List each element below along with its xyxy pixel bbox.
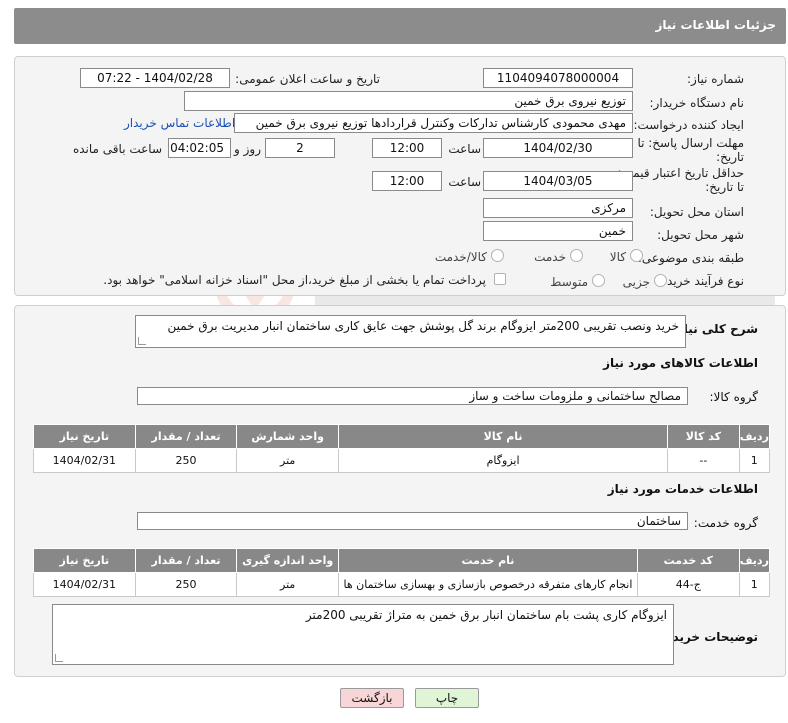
process-medium-radio[interactable] xyxy=(592,274,605,287)
validity-label-line1: حداقل تاریخ اعتبار قیمت: xyxy=(617,166,744,180)
goods-col-unit: واحد شمارش xyxy=(236,424,340,449)
services-col-name: نام خدمت xyxy=(338,548,638,573)
category-service-label: خدمت xyxy=(534,250,566,264)
deadline-label-line1: مهلت ارسال پاسخ: تا xyxy=(637,136,744,150)
process-minor-radio[interactable] xyxy=(654,274,667,287)
back-button[interactable]: بازگشت xyxy=(340,688,404,708)
goods-cell-qty: 250 xyxy=(134,448,238,473)
province-field: مرکزی xyxy=(483,198,633,218)
validity-date-field: 1404/03/05 xyxy=(483,171,633,191)
need-number-field: 1104094078000004 xyxy=(483,68,633,88)
category-goods-radio[interactable] xyxy=(630,249,643,262)
description-text: خرید ونصب تقریبی 200متر ایزوگام برند گل … xyxy=(167,319,679,333)
category-both-label: کالا/خدمت xyxy=(434,250,487,264)
services-group-field: ساختمان xyxy=(137,512,688,530)
process-minor-label: جزیی xyxy=(622,275,650,289)
validity-label-line2: تا تاریخ: xyxy=(705,180,744,194)
print-button[interactable]: چاپ xyxy=(415,688,479,708)
services-section-title: اطلاعات خدمات مورد نیاز xyxy=(607,482,758,496)
goods-col-date: تاریخ نیاز xyxy=(33,424,136,449)
goods-group-field: مصالح ساختمانی و ملزومات ساخت و ساز xyxy=(137,387,688,405)
goods-group-label: گروه کالا: xyxy=(709,390,759,404)
announce-label: تاریخ و ساعت اعلان عمومی: xyxy=(235,72,380,86)
category-both-radio[interactable] xyxy=(491,249,504,262)
city-field: خمین xyxy=(483,221,633,241)
page-header: جزئیات اطلاعات نیاز xyxy=(14,8,786,44)
buyer-contact-link[interactable]: اطلاعات تماس خریدار xyxy=(124,116,235,130)
category-label: طبقه بندی موضوعی: xyxy=(637,251,744,265)
goods-col-name: نام کالا xyxy=(338,424,669,449)
services-col-code: کد خدمت xyxy=(636,548,740,573)
deadline-days-label: روز و xyxy=(234,142,261,156)
goods-cell-unit: متر xyxy=(236,448,340,473)
goods-cell-row: 1 xyxy=(738,448,771,473)
deadline-date-field: 1404/02/30 xyxy=(483,138,633,158)
deadline-time-label: ساعت xyxy=(448,142,481,156)
goods-table: ردیف کد کالا نام کالا واحد شمارش تعداد /… xyxy=(33,424,771,473)
remaining-time-field: 04:02:05 xyxy=(168,138,231,158)
deadline-time-field: 12:00 xyxy=(372,138,442,158)
services-cell-date: 1404/02/31 xyxy=(33,572,136,597)
buyer-notes-textarea[interactable]: ایزوگام کاری پشت بام ساختمان انبار برق خ… xyxy=(52,604,674,665)
services-group-label: گروه خدمت: xyxy=(693,516,758,530)
creator-field: مهدی محمودی کارشناس تدارکات وکنترل قرارد… xyxy=(234,113,633,133)
services-cell-name: انجام کارهای متفرقه درخصوص بازسازی و بهس… xyxy=(338,572,638,597)
resize-grip-icon[interactable] xyxy=(55,654,63,662)
goods-section-title: اطلاعات کالاهای مورد نیاز xyxy=(603,356,758,370)
goods-col-qty: تعداد / مقدار xyxy=(134,424,238,449)
validity-time-label: ساعت xyxy=(448,175,481,189)
need-number-label: شماره نیاز: xyxy=(687,72,744,86)
buyer-org-field: توزیع نیروی برق خمین xyxy=(184,91,633,111)
table-row: 1 ج-44 انجام کارهای متفرقه درخصوص بازساز… xyxy=(33,572,771,597)
validity-time-field: 12:00 xyxy=(372,171,442,191)
treasury-payment-checkbox[interactable] xyxy=(494,273,506,285)
services-cell-code: ج-44 xyxy=(636,572,740,597)
category-goods-label: کالا xyxy=(609,250,626,264)
page-title: جزئیات اطلاعات نیاز xyxy=(655,18,776,32)
goods-cell-date: 1404/02/31 xyxy=(33,448,136,473)
buyer-notes-text: ایزوگام کاری پشت بام ساختمان انبار برق خ… xyxy=(305,608,667,622)
announce-field: 1404/02/28 - 07:22 xyxy=(80,68,230,88)
services-col-unit: واحد اندازه گیری xyxy=(236,548,339,573)
deadline-label-line2: تاریخ: xyxy=(716,150,744,164)
services-col-row: ردیف xyxy=(738,548,771,573)
process-medium-label: متوسط xyxy=(550,275,588,289)
goods-col-row: ردیف xyxy=(738,424,771,449)
services-col-qty: تعداد / مقدار xyxy=(134,548,238,573)
category-service-radio[interactable] xyxy=(570,249,583,262)
goods-cell-code: -- xyxy=(667,448,740,473)
creator-label: ایجاد کننده درخواست: xyxy=(633,118,744,132)
deadline-days-field: 2 xyxy=(265,138,335,158)
city-label: شهر محل تحویل: xyxy=(657,228,744,242)
description-textarea[interactable]: خرید ونصب تقریبی 200متر ایزوگام برند گل … xyxy=(135,315,686,348)
remaining-time-label: ساعت باقی مانده xyxy=(72,142,162,156)
services-col-date: تاریخ نیاز xyxy=(33,548,136,573)
goods-col-code: کد کالا xyxy=(667,424,740,449)
services-cell-qty: 250 xyxy=(134,572,238,597)
resize-grip-icon[interactable] xyxy=(138,337,146,345)
province-label: استان محل تحویل: xyxy=(649,205,744,219)
buyer-org-label: نام دستگاه خریدار: xyxy=(649,96,745,110)
services-table-header: ردیف کد خدمت نام خدمت واحد اندازه گیری ت… xyxy=(33,548,771,573)
process-label: نوع فرآیند خرید : xyxy=(659,274,744,288)
goods-cell-name: ایزوگام xyxy=(338,448,669,473)
table-row: 1 -- ایزوگام متر 250 1404/02/31 xyxy=(33,448,771,473)
goods-table-header: ردیف کد کالا نام کالا واحد شمارش تعداد /… xyxy=(33,424,771,449)
treasury-payment-note: پرداخت تمام یا بخشی از مبلغ خرید،از محل … xyxy=(103,273,486,287)
services-table: ردیف کد خدمت نام خدمت واحد اندازه گیری ت… xyxy=(33,548,771,597)
services-cell-unit: متر xyxy=(236,572,339,597)
services-cell-row: 1 xyxy=(738,572,771,597)
